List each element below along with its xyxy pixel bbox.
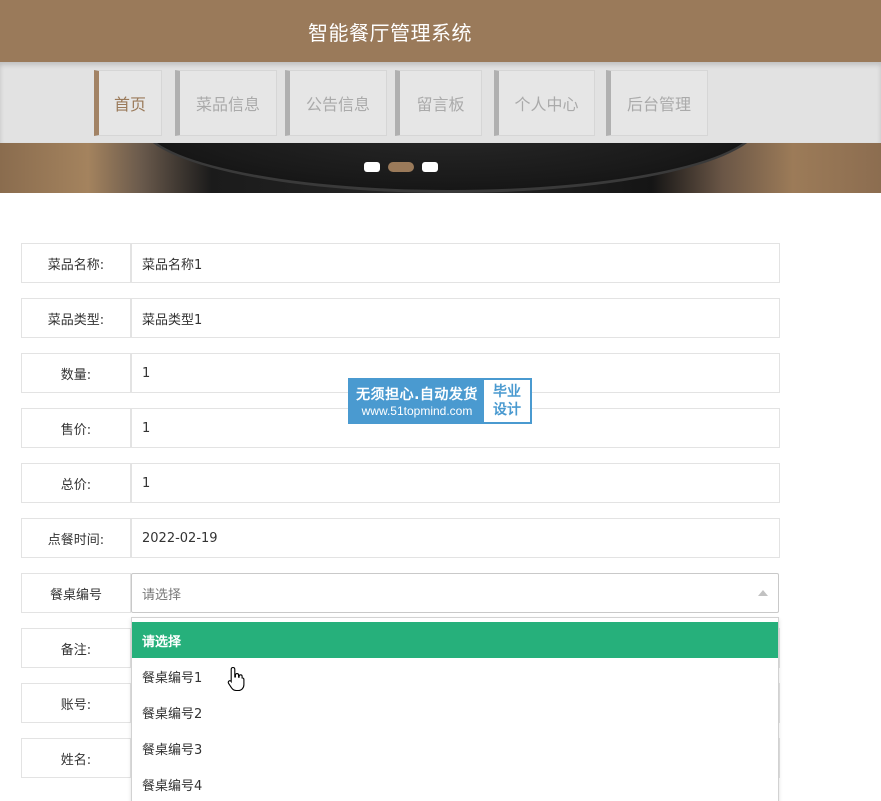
nav-announcements-label: 公告信息 xyxy=(305,95,370,114)
nav-home[interactable]: 首页 xyxy=(94,70,162,136)
main-nav: 首页 菜品信息 公告信息 留言板 个人中心 后台管理 xyxy=(0,62,881,143)
table-option-4[interactable]: 餐桌编号4 xyxy=(132,766,778,801)
name-label: 姓名: xyxy=(21,738,131,778)
price-label: 售价: xyxy=(21,408,131,448)
order-time-label: 点餐时间: xyxy=(21,518,131,558)
quantity-label: 数量: xyxy=(21,353,131,393)
nav-home-label: 首页 xyxy=(113,95,146,114)
nav-announcements[interactable]: 公告信息 xyxy=(285,70,387,136)
order-time-field[interactable]: 2022-02-19 xyxy=(131,518,780,558)
nav-admin[interactable]: 后台管理 xyxy=(606,70,708,136)
total-label: 总价: xyxy=(21,463,131,503)
site-title: 智能餐厅管理系统 xyxy=(308,21,472,45)
dish-type-field[interactable]: 菜品类型1 xyxy=(131,298,780,338)
table-option-3[interactable]: 餐桌编号3 xyxy=(132,730,778,766)
total-field[interactable]: 1 xyxy=(131,463,780,503)
watermark-url: www.51topmind.com xyxy=(361,404,473,418)
watermark-right-line1: 毕业 xyxy=(493,384,521,400)
table-option-2[interactable]: 餐桌编号2 xyxy=(132,694,778,730)
chevron-up-icon xyxy=(758,590,768,596)
account-label: 账号: xyxy=(21,683,131,723)
table-number-select[interactable]: 请选择 xyxy=(131,573,779,613)
dish-type-label: 菜品类型: xyxy=(21,298,131,338)
form-row-order-time: 点餐时间: 2022-02-19 xyxy=(21,518,780,558)
nav-admin-label: 后台管理 xyxy=(626,95,691,114)
watermark-left: 无须担心.自动发货 www.51topmind.com xyxy=(350,380,484,422)
nav-dishes[interactable]: 菜品信息 xyxy=(175,70,277,136)
table-number-select-value: 请选择 xyxy=(142,587,182,603)
carousel-dot-1[interactable] xyxy=(363,162,380,172)
table-number-dropdown: 请选择 餐桌编号1 餐桌编号2 餐桌编号3 餐桌编号4 xyxy=(131,617,779,801)
watermark-right-line2: 设计 xyxy=(493,402,521,418)
form-row-dish-type: 菜品类型: 菜品类型1 xyxy=(21,298,780,338)
form-row-dish-name: 菜品名称: 菜品名称1 xyxy=(21,243,780,283)
watermark-right: 毕业 设计 xyxy=(484,380,530,422)
watermark-badge: 无须担心.自动发货 www.51topmind.com 毕业 设计 xyxy=(348,378,532,424)
form-row-total: 总价: 1 xyxy=(21,463,780,503)
carousel-indicators xyxy=(0,162,881,172)
dish-name-label: 菜品名称: xyxy=(21,243,131,283)
table-number-label: 餐桌编号 xyxy=(21,573,131,613)
table-option-placeholder[interactable]: 请选择 xyxy=(132,622,778,658)
nav-guestbook[interactable]: 留言板 xyxy=(395,70,482,136)
hand-pointer-icon xyxy=(227,666,245,692)
watermark-slogan: 无须担心.自动发货 xyxy=(356,387,478,403)
dish-name-field[interactable]: 菜品名称1 xyxy=(131,243,780,283)
nav-personal-center-label: 个人中心 xyxy=(514,95,579,114)
remark-label: 备注: xyxy=(21,628,131,668)
nav-guestbook-label: 留言板 xyxy=(416,95,465,114)
banner-carousel xyxy=(0,143,881,193)
nav-dishes-label: 菜品信息 xyxy=(195,95,260,114)
nav-personal-center[interactable]: 个人中心 xyxy=(494,70,595,136)
carousel-dot-3[interactable] xyxy=(421,162,438,172)
carousel-dot-2[interactable] xyxy=(387,162,414,172)
top-header: 智能餐厅管理系统 xyxy=(0,0,881,62)
